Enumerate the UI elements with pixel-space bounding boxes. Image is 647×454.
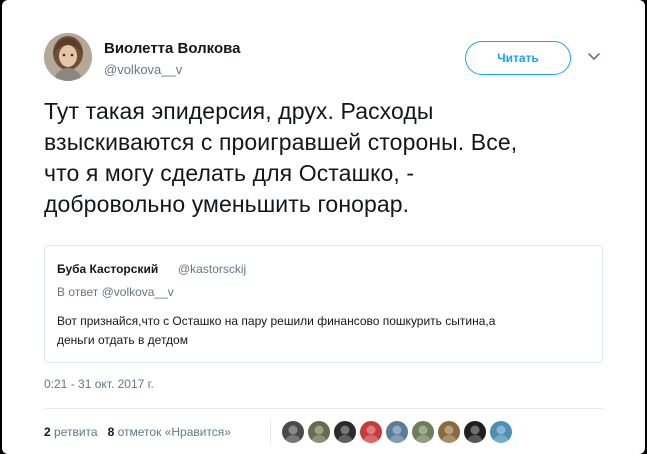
user-avatar-icon <box>285 425 301 443</box>
like-count: 8 <box>107 425 115 439</box>
tweet-timestamp[interactable]: 0:21 - 31 окт. 2017 г. <box>44 377 154 391</box>
liker-avatar[interactable] <box>307 420 331 444</box>
quoted-tweet[interactable]: Буба Касторский @kastorsckij В ответ @vo… <box>44 245 603 363</box>
tweet-stats: 2 ретвита 8 отметок «Нравится» <box>44 425 231 439</box>
user-avatar-icon <box>415 425 431 443</box>
user-avatar-icon <box>467 425 483 443</box>
user-avatar-icon <box>389 425 405 443</box>
liker-avatar[interactable] <box>333 420 357 444</box>
like-stat[interactable]: 8 отметок «Нравится» <box>108 425 231 439</box>
liker-avatar[interactable] <box>411 420 435 444</box>
tweet-text: Тут такая эпидерсия, друх. Расходы взыск… <box>44 98 518 217</box>
liker-avatar[interactable] <box>281 420 305 444</box>
like-label: отметок «Нравится» <box>117 425 231 439</box>
user-avatar-icon <box>337 425 353 443</box>
quoted-author-name: Буба Касторский <box>57 262 159 276</box>
liker-avatar[interactable] <box>489 420 513 444</box>
retweet-stat[interactable]: 2 ретвита <box>44 425 98 439</box>
quoted-reply-context: В ответ @volkova__v <box>57 285 174 299</box>
user-avatar-icon <box>441 425 457 443</box>
liker-avatar[interactable] <box>437 420 461 444</box>
user-avatar-icon <box>44 33 92 81</box>
retweet-count: 2 <box>44 425 51 439</box>
tweet-card: Виолетта Волкова @volkova__v Читать Тут … <box>2 0 645 454</box>
liker-avatar[interactable] <box>463 420 487 444</box>
divider <box>44 408 604 409</box>
author-avatar[interactable] <box>44 33 92 81</box>
user-avatar-icon <box>363 425 379 443</box>
user-avatar-icon <box>493 425 509 443</box>
author-handle[interactable]: @volkova__v <box>104 62 182 77</box>
retweet-label: ретвита <box>54 425 98 439</box>
chevron-down-icon[interactable] <box>587 52 601 62</box>
quoted-tweet-text: Вот признайся,что с Осташко на пару реши… <box>57 314 496 347</box>
author-name[interactable]: Виолетта Волкова <box>104 40 241 57</box>
liker-avatar[interactable] <box>359 420 383 444</box>
user-avatar-icon <box>311 425 327 443</box>
liker-avatar[interactable] <box>385 420 409 444</box>
follow-button[interactable]: Читать <box>465 41 571 75</box>
stats-divider <box>270 418 271 446</box>
quoted-author-handle: @kastorsckij <box>178 262 247 276</box>
